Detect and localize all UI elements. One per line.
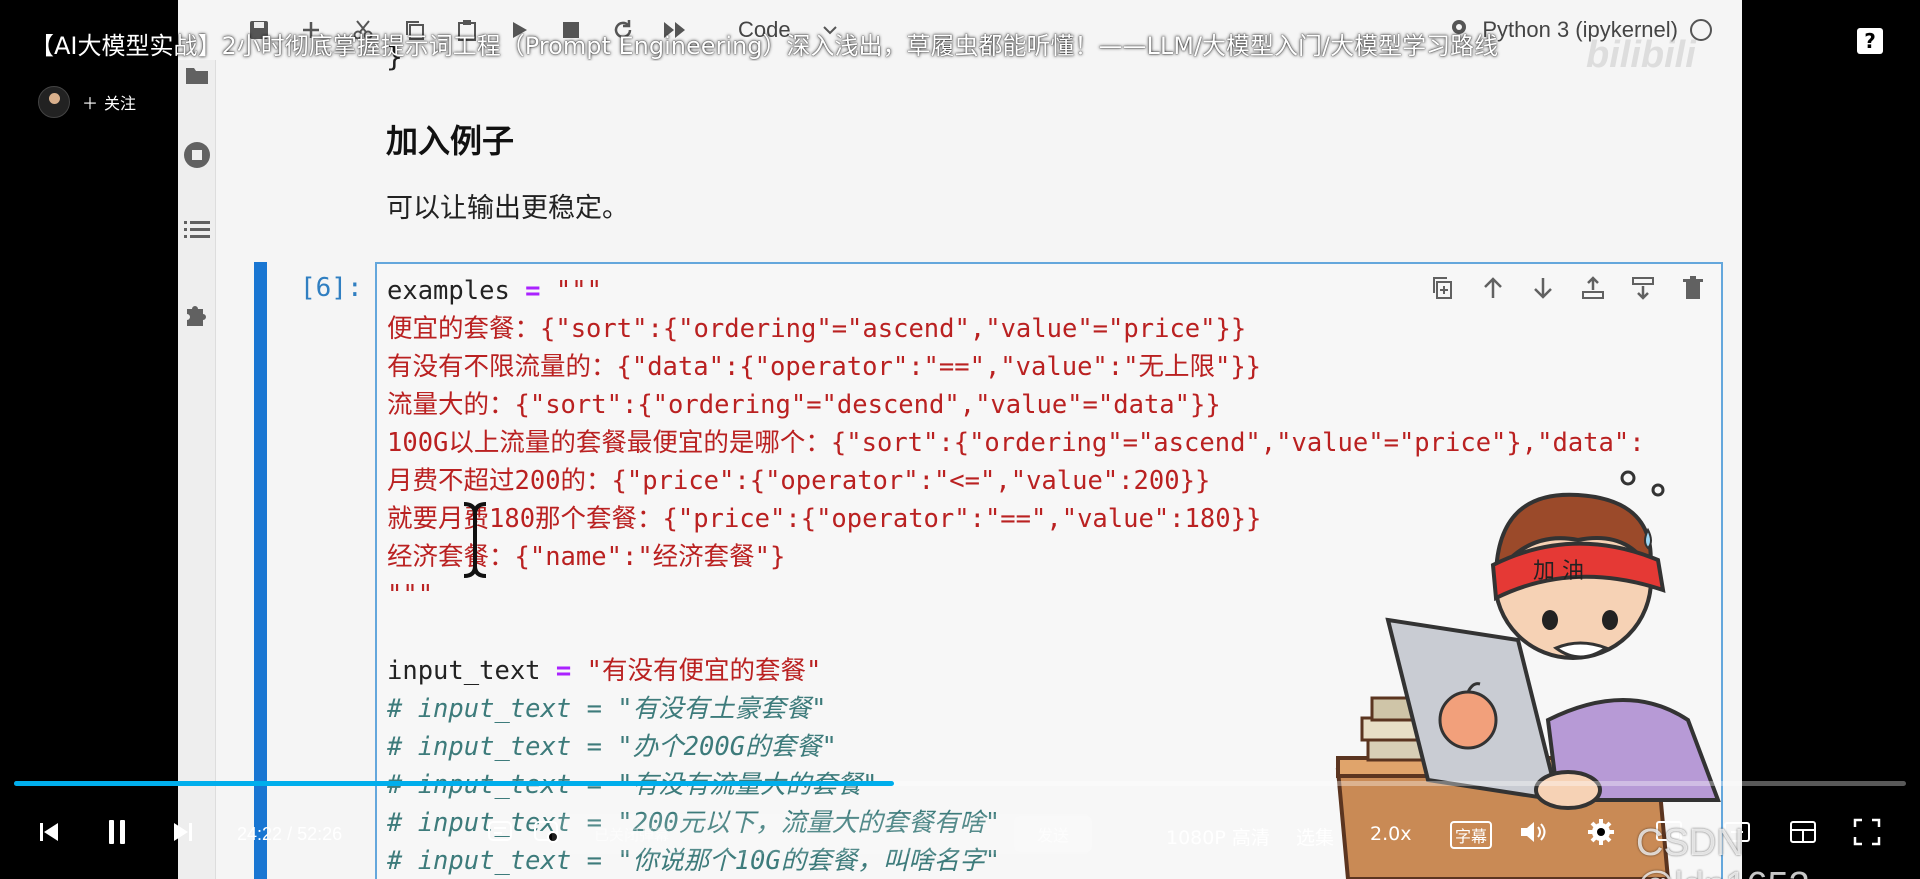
markdown-heading: 加入例子 — [386, 122, 515, 160]
headband-text: 加 油 — [1533, 559, 1584, 584]
send-button[interactable]: 发送 — [1014, 816, 1092, 852]
code-line: 有没有不限流量的：{"data":{"operator":"==","value… — [387, 352, 1262, 382]
markdown-text: 可以让输出更稳定。 — [386, 193, 629, 224]
speed-selector[interactable]: 2.0x — [1370, 823, 1411, 845]
move-down-icon[interactable] — [1529, 274, 1557, 302]
follow-label: 关注 — [104, 94, 137, 113]
delete-cell-icon[interactable] — [1679, 274, 1707, 302]
settings-gear-icon[interactable] — [1586, 814, 1616, 850]
subtitle-button[interactable]: 字幕 — [1450, 821, 1493, 849]
uploader-info: ＋ 关注 — [38, 86, 136, 118]
player-controls: 24:22 / 52:26 已关闭弹幕 发送 1080P 高清 选集 2.0x … — [0, 800, 1920, 866]
cell-execution-count: [6]: — [300, 273, 363, 303]
table-of-contents-icon — [182, 215, 212, 245]
duration: 52:26 — [297, 824, 343, 844]
follow-button[interactable]: ＋ 关注 — [82, 90, 136, 114]
text-cursor-icon — [463, 502, 487, 578]
code-line: 流量大的：{"sort":{"ordering"="descend","valu… — [387, 390, 1221, 420]
move-up-icon[interactable] — [1479, 274, 1507, 302]
cell-toolbar — [1429, 274, 1707, 302]
duplicate-cell-icon[interactable] — [1429, 274, 1457, 302]
previous-icon[interactable] — [36, 814, 62, 850]
episodes-button[interactable]: 选集 — [1296, 823, 1334, 850]
csdn-watermark: CSDN @ldp1653 — [1636, 822, 1810, 879]
danmaku-toggle-icon[interactable] — [486, 814, 516, 850]
quality-selector[interactable]: 1080P 高清 — [1166, 823, 1270, 850]
progress-bar[interactable] — [14, 781, 1906, 786]
code-line: 便宜的套餐：{"sort":{"ordering"="ascend","valu… — [387, 314, 1247, 344]
video-title: 【AI大模型实战】2小时彻底掌握提示词工程（Prompt Engineering… — [30, 32, 1499, 60]
next-icon[interactable] — [170, 814, 196, 850]
danmaku-status: 已关闭弹幕 — [594, 825, 670, 844]
danmaku-input[interactable]: 已关闭弹幕 — [552, 814, 1092, 854]
insert-above-icon[interactable] — [1579, 274, 1607, 302]
time-display: 24:22 / 52:26 — [237, 824, 342, 845]
question-icon[interactable]: ? — [1857, 28, 1883, 54]
folder-icon — [182, 60, 212, 90]
avatar[interactable] — [38, 86, 70, 118]
extension-puzzle-icon — [182, 300, 212, 330]
plus-icon: ＋ — [82, 94, 99, 113]
insert-below-icon[interactable] — [1629, 274, 1657, 302]
current-time: 24:22 — [237, 824, 283, 844]
code-line: 100G以上流量的套餐最便宜的是哪个：{"sort":{"ordering"="… — [387, 428, 1645, 458]
time-separator: / — [287, 824, 293, 844]
pause-icon[interactable] — [104, 814, 130, 850]
volume-icon[interactable] — [1518, 814, 1548, 850]
active-cell-indicator — [254, 262, 267, 879]
running-stop-icon — [182, 140, 212, 170]
video-frame[interactable]: Code Python 3 (ipykernel) bilibili } 加入例… — [178, 0, 1742, 879]
notebook-sidebar — [178, 60, 216, 879]
progress-fill — [14, 781, 894, 786]
